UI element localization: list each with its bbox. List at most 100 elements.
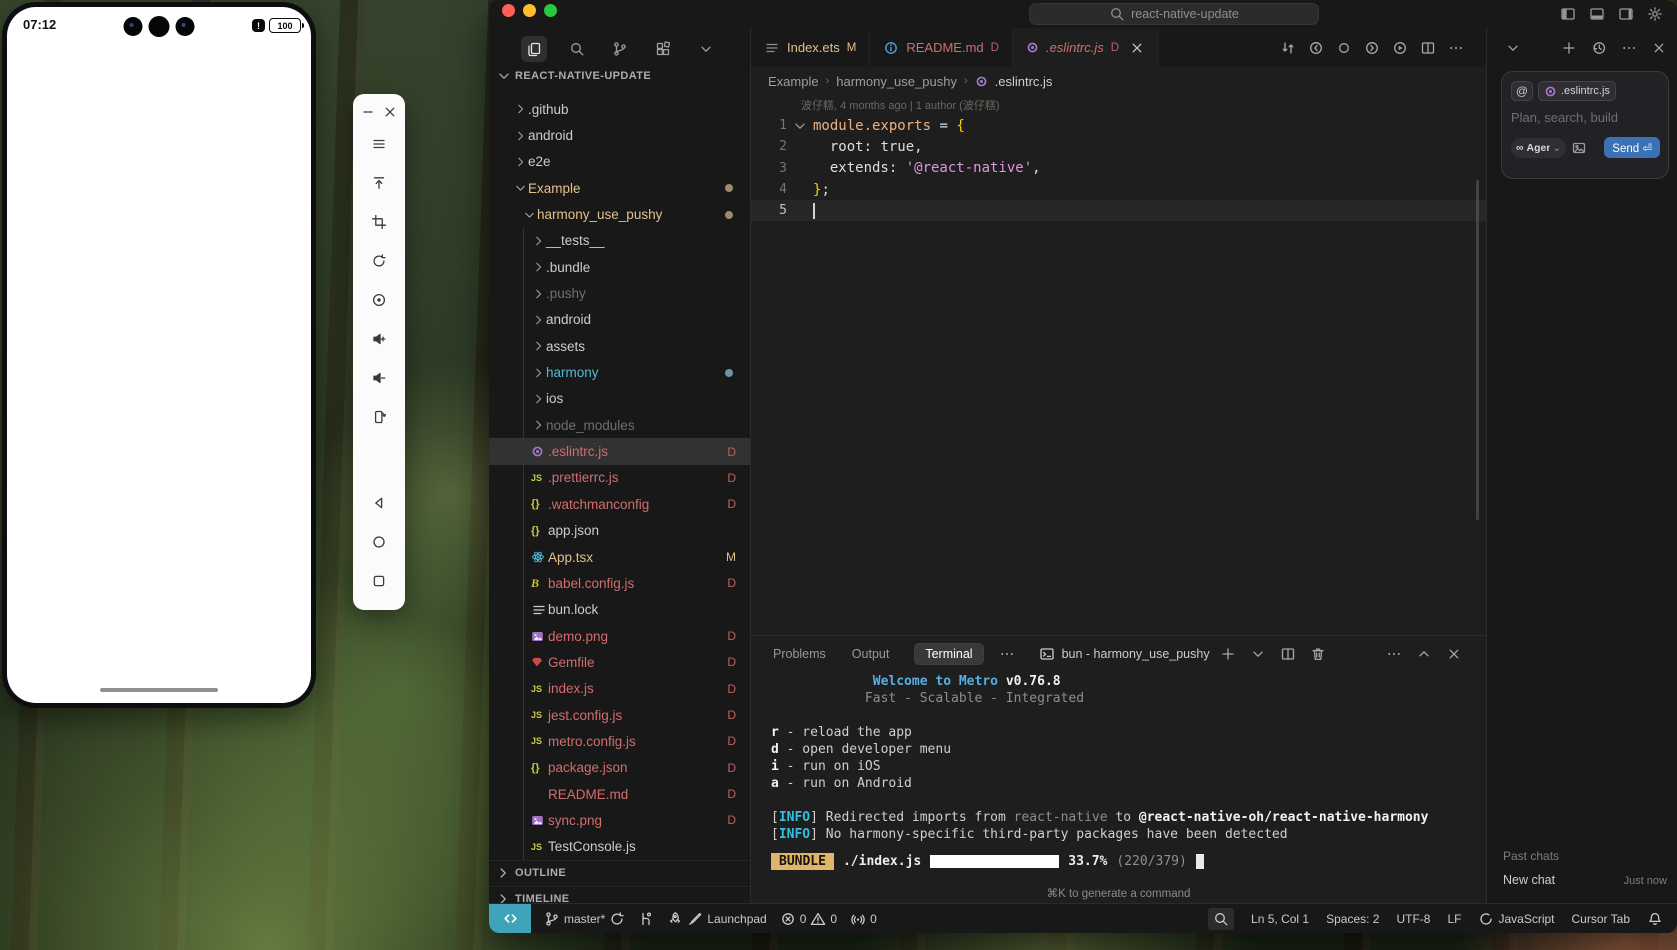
tree-item-node-modules[interactable]: node_modules	[489, 412, 750, 438]
mirror-toolbar[interactable]	[353, 94, 405, 610]
close-tab-icon[interactable]	[1129, 40, 1145, 56]
chat-more-icon[interactable]	[1621, 40, 1637, 56]
tree-item-assets[interactable]: assets	[489, 333, 750, 359]
close-panel-icon[interactable]	[1446, 646, 1462, 662]
editor-scrollbar[interactable]	[1476, 180, 1479, 520]
split-terminal-icon[interactable]	[1280, 646, 1296, 662]
kill-terminal-icon[interactable]	[1310, 646, 1326, 662]
phone-home-indicator[interactable]	[100, 688, 218, 692]
section-timeline[interactable]: TIMELINE	[489, 886, 750, 903]
volume-up-icon[interactable]	[371, 319, 387, 358]
cursor-tab-status[interactable]: Cursor Tab	[1572, 912, 1630, 926]
tree-item--prettierrc-js[interactable]: JS.prettierrc.jsD	[489, 465, 750, 491]
compare-changes-icon[interactable]	[1280, 40, 1296, 56]
maximize-window-button[interactable]	[544, 4, 557, 17]
terminal-dropdown-icon[interactable]	[1250, 646, 1266, 662]
code-line-3[interactable]: 3 extends: '@react-native',	[751, 158, 1486, 179]
ports-status[interactable]: 0	[850, 911, 877, 927]
scroll-to-top-icon[interactable]	[371, 163, 387, 202]
toggle-panel-icon[interactable]	[1589, 6, 1605, 22]
chat-input-placeholder[interactable]: Plan, search, build	[1511, 110, 1660, 125]
activity-bar[interactable]	[489, 34, 750, 64]
zoom-status-icon[interactable]	[1208, 908, 1234, 930]
minimize-icon[interactable]	[360, 104, 376, 120]
close-chat-icon[interactable]	[1651, 40, 1667, 56]
sync-icon[interactable]	[609, 911, 625, 927]
terminal-output[interactable]: Welcome to Metro v0.76.8 Fast - Scalable…	[751, 672, 1486, 903]
tab-problems[interactable]: Problems	[773, 647, 826, 661]
tree-item-android[interactable]: android	[489, 122, 750, 148]
terminal-instance[interactable]: bun - harmony_use_pushy	[1039, 646, 1210, 662]
tree-item--github[interactable]: .github	[489, 96, 750, 122]
tree-item--bundle[interactable]: .bundle	[489, 254, 750, 280]
tree-item-package-json[interactable]: {}package.jsonD	[489, 755, 750, 781]
breadcrumb[interactable]: Example› harmony_use_pushy› .eslintrc.js	[751, 67, 1486, 95]
notifications-bell-icon[interactable]	[1647, 911, 1663, 927]
tree-item-metro-config-js[interactable]: JSmetro.config.jsD	[489, 728, 750, 754]
tree-item-bun-lock[interactable]: bun.lock	[489, 597, 750, 623]
problems-status[interactable]: 0 0	[780, 911, 837, 927]
tab-index-ets[interactable]: Index.ets M	[751, 28, 870, 67]
tree-item--watchmanconfig[interactable]: {}.watchmanconfigD	[489, 491, 750, 517]
editor-actions[interactable]	[1280, 28, 1486, 67]
tree-item-testconsole-js[interactable]: JSTestConsole.js	[489, 834, 750, 860]
agent-mode-selector[interactable]: ∞Agent⌄	[1511, 138, 1566, 158]
more-views-chevron-icon[interactable]	[693, 36, 719, 62]
remote-indicator[interactable]	[489, 904, 531, 933]
context-file-chip[interactable]: .eslintrc.js	[1538, 81, 1616, 101]
launchpad-button[interactable]: Launchpad	[667, 911, 766, 927]
rotate-icon[interactable]	[371, 241, 387, 280]
title-bar[interactable]: react-native-update	[489, 0, 1677, 28]
compare-status-icon[interactable]	[638, 911, 654, 927]
tab-terminal[interactable]: Terminal	[915, 644, 982, 664]
volume-down-icon[interactable]	[371, 358, 387, 397]
code-editor[interactable]: 波仔糕, 4 months ago | 1 author (波仔糕) 1modu…	[751, 95, 1486, 635]
command-center-search[interactable]: react-native-update	[1029, 3, 1319, 25]
tree-item-e2e[interactable]: e2e	[489, 149, 750, 175]
language-status[interactable]: JavaScript	[1478, 911, 1554, 927]
code-line-4[interactable]: 4};	[751, 179, 1486, 200]
section-outline[interactable]: OUTLINE	[489, 860, 750, 886]
tree-item-app-tsx[interactable]: App.tsxM	[489, 544, 750, 570]
menu-icon[interactable]	[371, 124, 387, 163]
chat-list-item[interactable]: New chat Just now	[1503, 873, 1667, 887]
crop-icon[interactable]	[371, 202, 387, 241]
attach-image-icon[interactable]	[1571, 140, 1587, 156]
phone-mirror-window[interactable]: 07:12 ! 100	[2, 2, 316, 708]
maximize-panel-icon[interactable]	[1416, 646, 1432, 662]
eol-status[interactable]: LF	[1447, 912, 1461, 926]
toggle-secondary-sidebar-icon[interactable]	[1618, 6, 1634, 22]
code-line-5[interactable]: 5	[751, 200, 1486, 221]
tree-item--eslintrc-js[interactable]: .eslintrc.jsD	[489, 438, 750, 464]
tree-item-android[interactable]: android	[489, 307, 750, 333]
nav-home-icon[interactable]	[371, 522, 387, 561]
more-actions-icon[interactable]	[1448, 40, 1464, 56]
editor-window[interactable]: react-native-update REACT-NATIVE-UPDATE …	[489, 0, 1677, 933]
tab-readme-md[interactable]: README.md D	[870, 28, 1013, 67]
tree-item-app-json[interactable]: {}app.json	[489, 518, 750, 544]
send-button[interactable]: Send ⏎	[1604, 137, 1660, 158]
nav-dot-icon[interactable]	[1336, 40, 1352, 56]
run-file-icon[interactable]	[1392, 40, 1408, 56]
tree-item-readme-md[interactable]: README.mdD	[489, 781, 750, 807]
tree-item-index-js[interactable]: JSindex.jsD	[489, 676, 750, 702]
search-view-icon[interactable]	[564, 36, 590, 62]
tree-item--tests-[interactable]: __tests__	[489, 228, 750, 254]
tree-item-demo-png[interactable]: demo.pngD	[489, 623, 750, 649]
git-branch-status[interactable]: master*	[544, 911, 625, 927]
split-editor-icon[interactable]	[1420, 40, 1436, 56]
tab-eslintrc-js[interactable]: .eslintrc.js D	[1013, 28, 1159, 67]
tree-item-ios[interactable]: ios	[489, 386, 750, 412]
new-chat-icon[interactable]	[1561, 40, 1577, 56]
close-window-button[interactable]	[502, 4, 515, 17]
nav-back-icon[interactable]	[371, 483, 387, 522]
nav-recents-icon[interactable]	[371, 561, 387, 600]
tree-item-harmony[interactable]: harmony	[489, 359, 750, 385]
chevron-down-icon[interactable]	[1505, 40, 1521, 56]
record-icon[interactable]	[371, 280, 387, 319]
chat-input-card[interactable]: @ .eslintrc.js Plan, search, build ∞Agen…	[1501, 71, 1669, 179]
code-line-1[interactable]: 1module.exports = {	[751, 115, 1486, 136]
toggle-sidebar-icon[interactable]	[1560, 6, 1576, 22]
rotate-device-icon[interactable]	[371, 397, 387, 436]
tab-output[interactable]: Output	[852, 647, 890, 661]
